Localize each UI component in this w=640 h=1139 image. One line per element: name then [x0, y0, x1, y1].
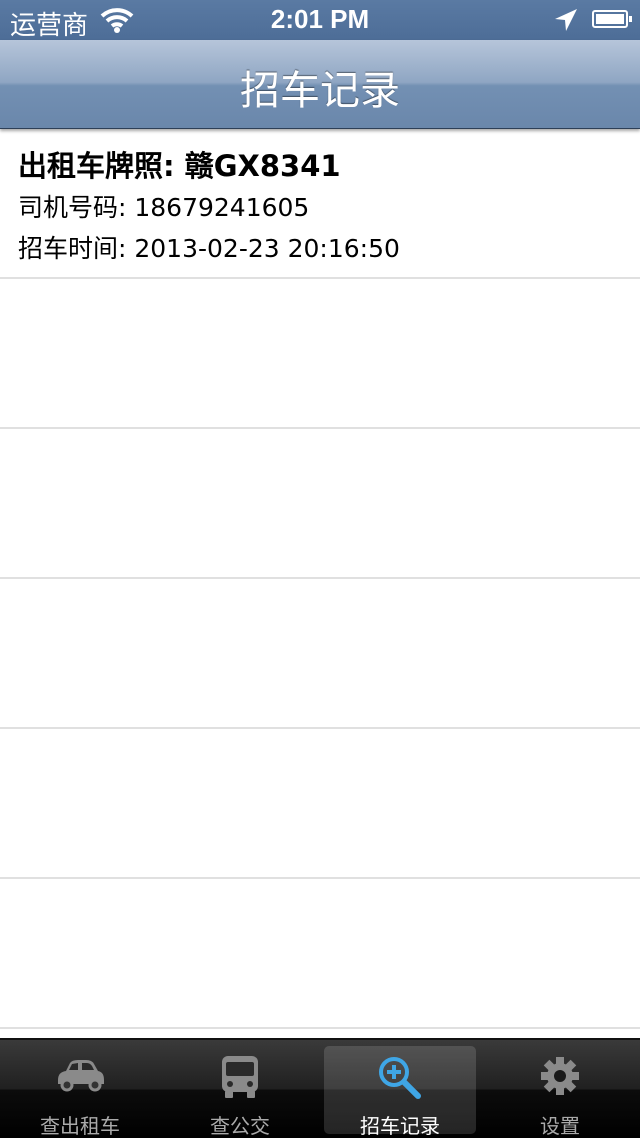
tab-bar: 查出租车 查公交 招车记录 设置 — [0, 1038, 640, 1138]
tab-call-records[interactable]: 招车记录 — [320, 1040, 480, 1138]
taxi-plate: 出租车牌照: 赣GX8341 — [18, 143, 341, 185]
navigation-bar: 招车记录 — [0, 40, 640, 129]
empty-row — [0, 279, 640, 429]
status-time: 2:01 PM — [270, 4, 370, 34]
empty-row — [0, 879, 640, 1029]
empty-row — [0, 729, 640, 879]
car-icon — [52, 1054, 108, 1099]
tab-label: 设置 — [540, 1114, 580, 1138]
gear-icon — [538, 1054, 582, 1103]
taxi-plate-value: 赣GX8341 — [184, 149, 341, 183]
tab-label: 查出租车 — [40, 1114, 120, 1138]
bus-icon — [218, 1054, 262, 1105]
tab-settings[interactable]: 设置 — [480, 1040, 640, 1138]
taxi-plate-label: 出租车牌照: — [18, 149, 185, 183]
empty-row — [0, 579, 640, 729]
driver-phone: 司机号码: 18679241605 — [18, 193, 310, 222]
location-arrow-icon — [553, 7, 579, 40]
page-title: 招车记录 — [240, 68, 400, 114]
record-list[interactable]: 出租车牌照: 赣GX8341 司机号码: 18679241605 招车时间: 2… — [0, 129, 640, 1029]
tab-taxi[interactable]: 查出租车 — [0, 1040, 160, 1138]
magnifier-plus-icon — [376, 1054, 424, 1105]
tab-bus[interactable]: 查公交 — [160, 1040, 320, 1138]
tab-label: 招车记录 — [360, 1114, 440, 1138]
call-time: 招车时间: 2013-02-23 20:16:50 — [18, 234, 400, 263]
battery-icon — [592, 10, 632, 28]
list-item[interactable]: 出租车牌照: 赣GX8341 司机号码: 18679241605 招车时间: 2… — [0, 129, 640, 279]
status-bar: 运营商 2:01 PM — [0, 0, 640, 41]
empty-row — [0, 429, 640, 579]
tab-label: 查公交 — [210, 1114, 270, 1138]
